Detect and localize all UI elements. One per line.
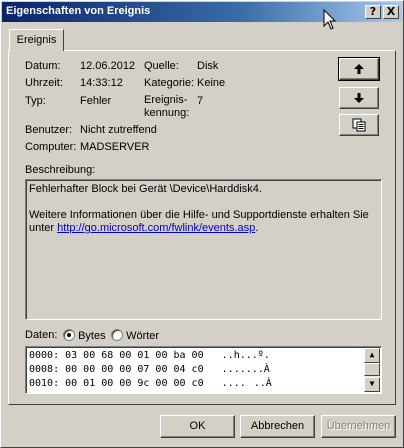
quelle-label: Quelle:	[144, 60, 179, 72]
title-bar[interactable]: Eigenschaften von Ereignis ? X	[2, 2, 402, 22]
hex-data-box[interactable]: 0000: 03 00 68 00 01 00 ba 00 ..h...º. 0…	[25, 346, 382, 394]
radio-bytes[interactable]: Bytes	[63, 329, 106, 342]
typ-label: Typ:	[25, 95, 46, 107]
radio-bytes-indicator[interactable]	[63, 329, 75, 341]
kennung-label-2: kennung:	[144, 107, 190, 119]
scroll-down-button[interactable]: ▼	[364, 377, 380, 392]
copy-icon	[352, 118, 366, 132]
close-button[interactable]: X	[383, 5, 399, 19]
dialog-window: Eigenschaften von Ereignis ? X Ereignis …	[0, 0, 404, 448]
description-line-2: Weitere Informationen über die Hilfe- un…	[29, 209, 369, 221]
benutzer-value: Nicht zutreffend	[80, 124, 157, 136]
typ-value: Fehler	[80, 95, 112, 107]
scroll-up-button[interactable]: ▲	[364, 348, 380, 363]
description-line-1: Fehlerhafter Block bei Gerät \Device\Har…	[29, 183, 262, 195]
arrow-up-icon	[354, 64, 364, 74]
help-button[interactable]: ?	[365, 5, 381, 19]
hex-row: 0008: 00 00 00 00 07 00 04 c0 .......À	[29, 364, 270, 375]
hex-row: 0000: 03 00 68 00 01 00 ba 00 ..h...º.	[29, 350, 270, 361]
description-box[interactable]: Fehlerhafter Block bei Gerät \Device\Har…	[25, 179, 382, 320]
copy-button[interactable]	[339, 114, 379, 136]
data-label: Daten:	[25, 329, 58, 341]
cancel-button[interactable]: Abbrechen	[240, 415, 315, 438]
arrow-down-icon	[354, 93, 364, 103]
description-line-3: unter http://go.microsoft.com/fwlink/eve…	[29, 222, 378, 235]
mouse-cursor-icon	[323, 9, 337, 30]
tab-ereignis[interactable]: Ereignis	[9, 29, 64, 51]
quelle-value: Disk	[197, 60, 219, 72]
uhrzeit-label: Uhrzeit:	[25, 77, 63, 89]
description-line-3-suffix: .	[255, 222, 259, 234]
apply-button[interactable]: Übernehmen	[321, 415, 396, 438]
help-link[interactable]: http://go.microsoft.com/fwlink/events.as…	[57, 222, 255, 234]
uhrzeit-value: 14:33:12	[80, 77, 123, 89]
benutzer-label: Benutzer:	[25, 124, 73, 136]
computer-value: MADSERVER	[80, 141, 150, 153]
hex-scrollbar[interactable]: ▲ ▼	[364, 348, 380, 392]
radio-bytes-label: Bytes	[78, 330, 106, 342]
kategorie-value: Keine	[197, 77, 226, 89]
radio-words[interactable]: Wörter	[111, 329, 159, 342]
hex-row: 0010: 00 01 00 00 9c 00 00 c0 ......À	[29, 378, 272, 389]
datum-label: Datum:	[25, 60, 61, 72]
ok-button[interactable]: OK	[160, 415, 235, 438]
kategorie-label: Kategorie:	[144, 77, 195, 89]
next-event-button[interactable]	[339, 87, 379, 109]
datum-value: 12.06.2012	[80, 60, 136, 72]
tab-ereignis-label: Ereignis	[16, 34, 57, 46]
window-title: Eigenschaften von Ereignis	[6, 5, 151, 17]
previous-event-button[interactable]	[338, 57, 380, 81]
description-label: Beschreibung:	[25, 164, 96, 176]
kennung-label-1: Ereignis-	[144, 94, 188, 106]
radio-words-indicator[interactable]	[111, 329, 123, 341]
radio-words-label: Wörter	[126, 330, 160, 342]
description-line-3-prefix: unter	[29, 222, 58, 234]
kennung-value: 7	[197, 95, 204, 107]
scroll-thumb[interactable]	[364, 363, 380, 376]
computer-label: Computer:	[25, 141, 77, 153]
